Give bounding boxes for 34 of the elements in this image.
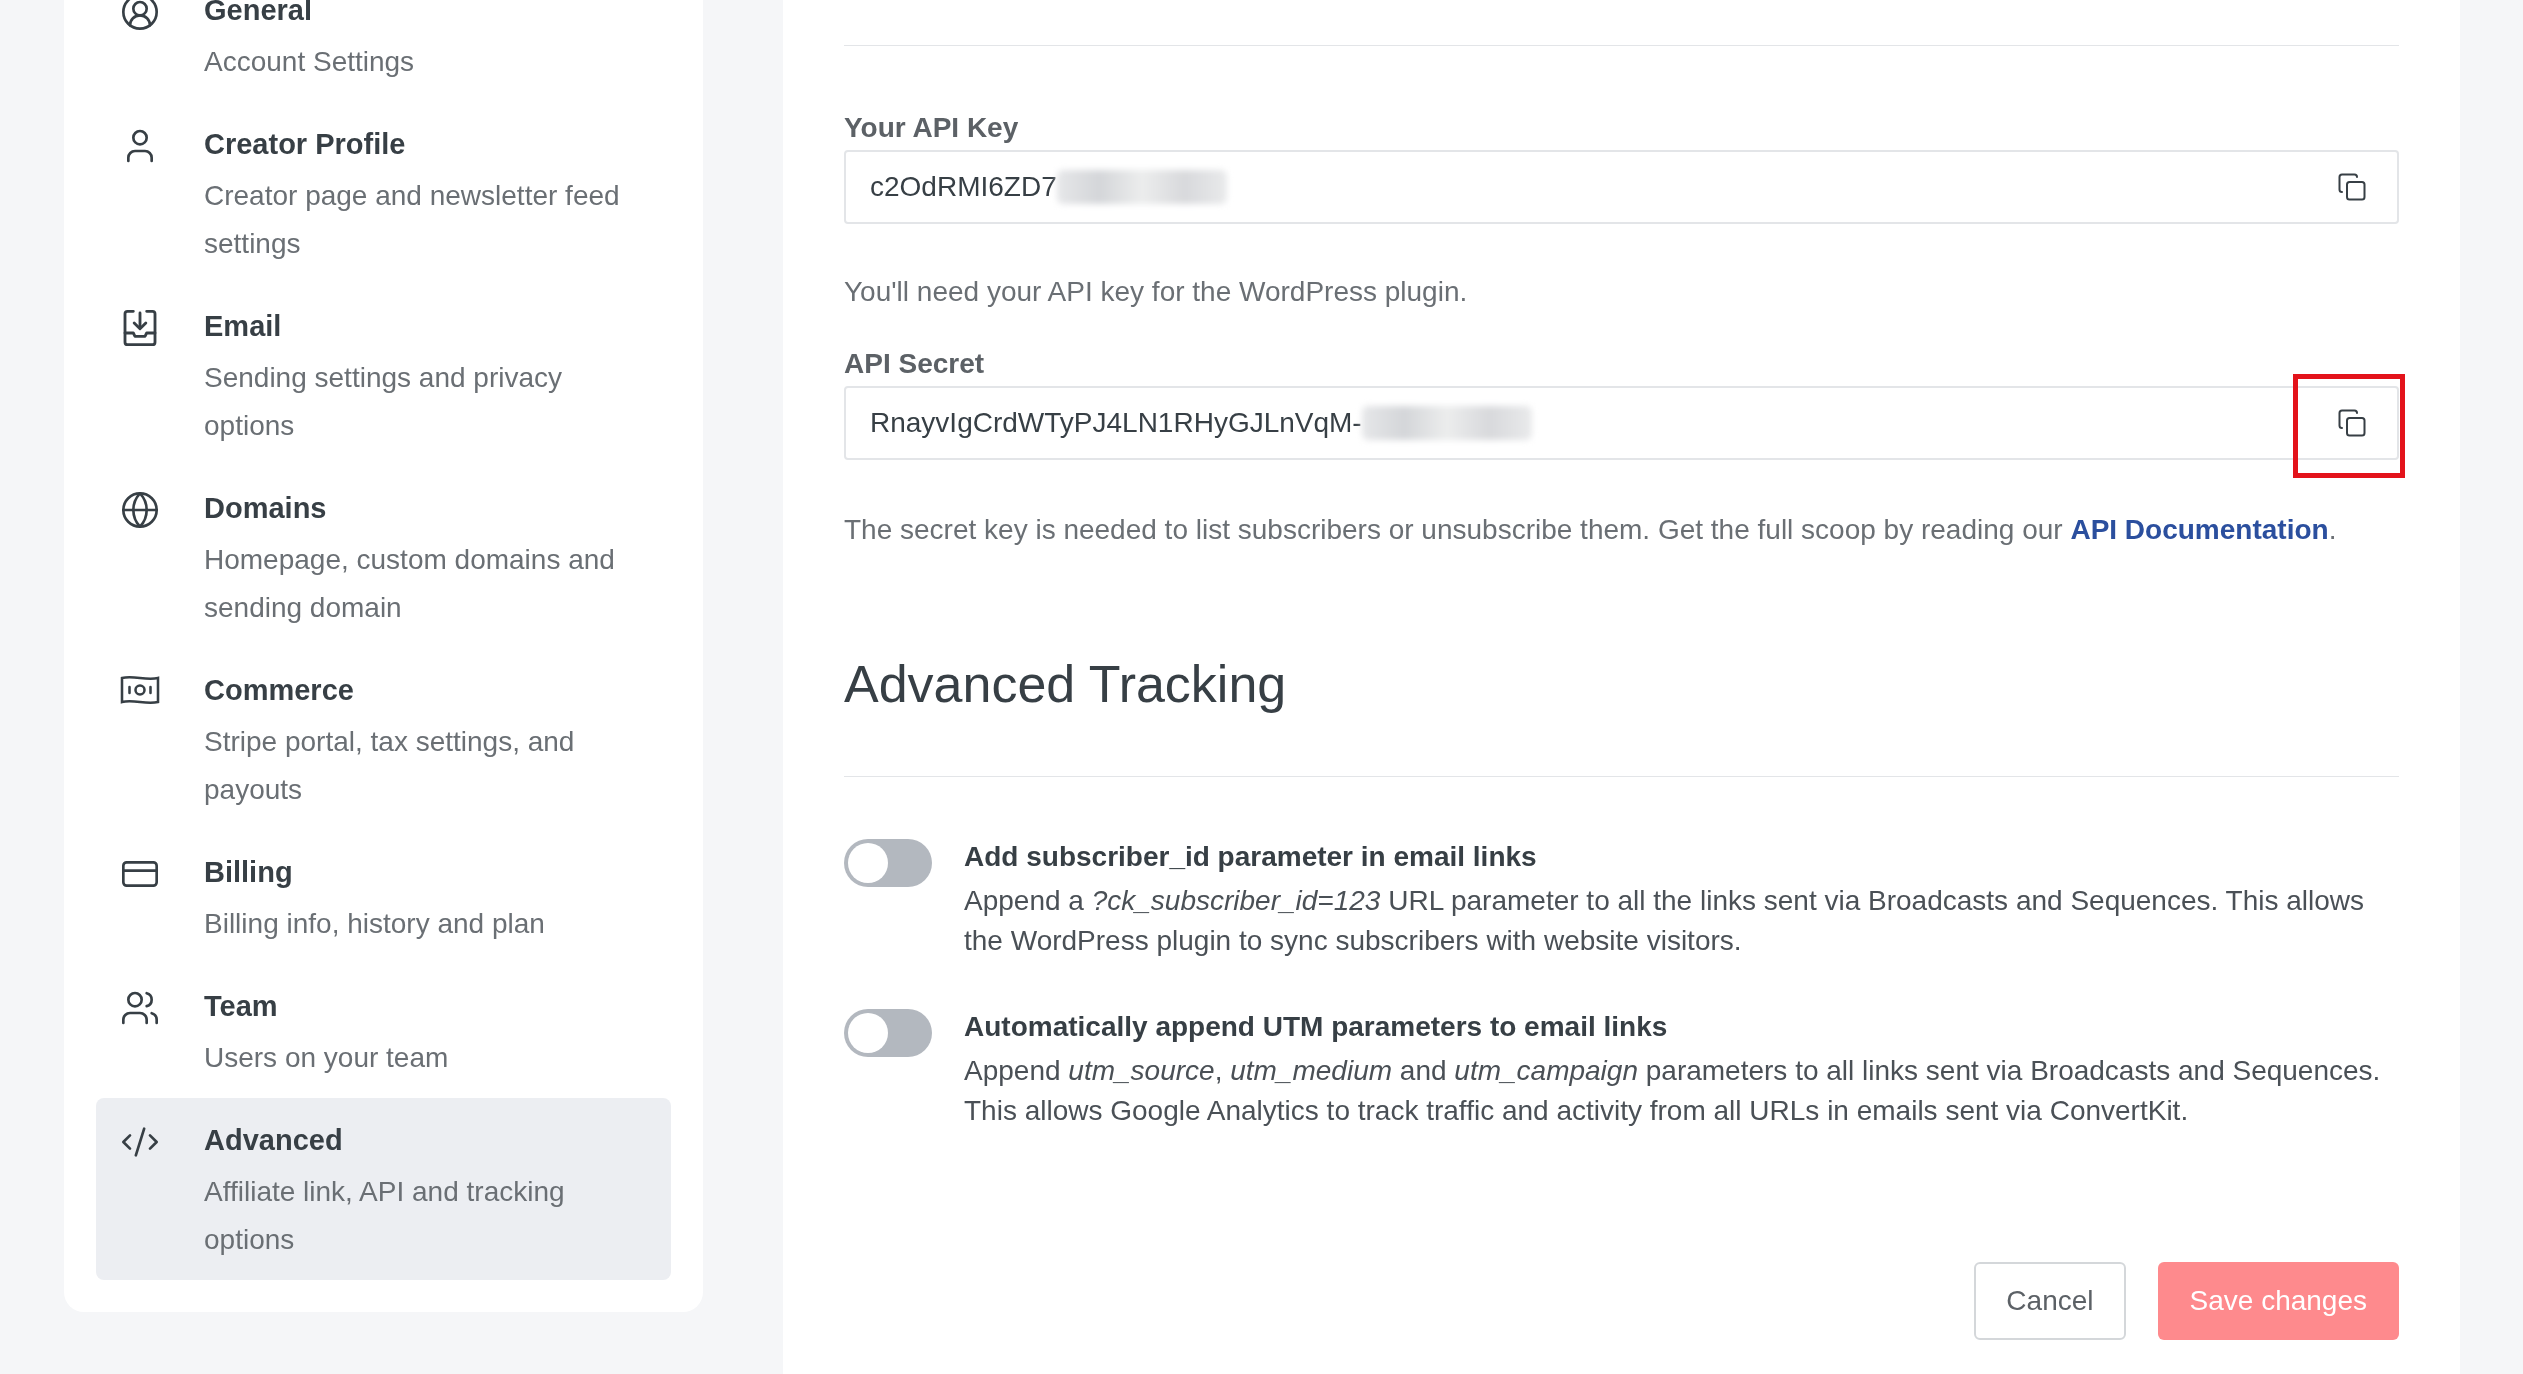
item-title: Domains: [204, 491, 328, 526]
item-title: Advanced: [204, 1123, 344, 1158]
field-note: You'll need your API key for the WordPress plugin.: [844, 275, 1469, 309]
toggle-title: Automatically append UTM parameters to email links: [964, 1010, 1669, 1044]
field-label: API Secret: [844, 347, 986, 381]
item-description: Creator page and newsletter feed settings: [204, 179, 621, 261]
field-note: The secret key is needed to list subscribers or unsubscribe them. Get the full scoop by reading our API Documentation.: [844, 513, 2338, 547]
cancel-button[interactable]: Cancel: [1974, 1262, 2126, 1340]
item-title: Billing: [204, 855, 294, 890]
section-heading: Advanced Tracking: [844, 654, 1288, 714]
key-field[interactable]: c2OdRMI6ZD7: [844, 150, 2399, 224]
toggle-switch[interactable]: [844, 839, 932, 887]
sidebar-item[interactable]: Advanced Affiliate link, API and tracking options: [96, 1098, 671, 1280]
key-value: RnayvIgCrdWTyPJ4LN1RHyGJLnVqM-: [870, 407, 1362, 439]
item-description: Billing info, history and plan: [204, 907, 545, 941]
field-label: Your API Key: [844, 111, 1020, 145]
toggle-title: Add subscriber_id parameter in email links: [964, 840, 1538, 874]
item-title: Creator Profile: [204, 127, 407, 162]
toggle-description: Append utm_source, utm_medium and utm_campaign parameters to all links sent via Broadcasts and Sequences. This allows Google Analytics to track traffic and activity from all URLs in emails sent via ConvertKit.: [964, 1054, 2382, 1128]
item-title: Commerce: [204, 673, 355, 708]
toggle-description: Append a ?ck_subscriber_id=123 URL parameter to all the links sent via Broadcasts and Sequences. This allows the WordPress plugin to sync subscribers with website visitors.: [964, 884, 2366, 958]
item-description: Users on your team: [204, 1041, 449, 1075]
key-field[interactable]: RnayvIgCrdWTyPJ4LN1RHyGJLnVqM-: [844, 386, 2399, 460]
item-description: Account Settings: [204, 45, 415, 79]
item-description: Affiliate link, API and tracking options: [204, 1175, 566, 1257]
item-title: Email: [204, 309, 283, 344]
item-description: Sending settings and privacy options: [204, 361, 563, 443]
key-value: c2OdRMI6ZD7: [870, 171, 1057, 203]
item-description: Stripe portal, tax settings, and payouts: [204, 725, 576, 807]
item-title: Team: [204, 989, 279, 1024]
item-description: Homepage, custom domains and sending domain: [204, 543, 616, 625]
documentation-link[interactable]: API Documentation: [2070, 514, 2329, 545]
globe-icon: [120, 490, 160, 530]
toggle-switch[interactable]: [844, 1009, 932, 1057]
